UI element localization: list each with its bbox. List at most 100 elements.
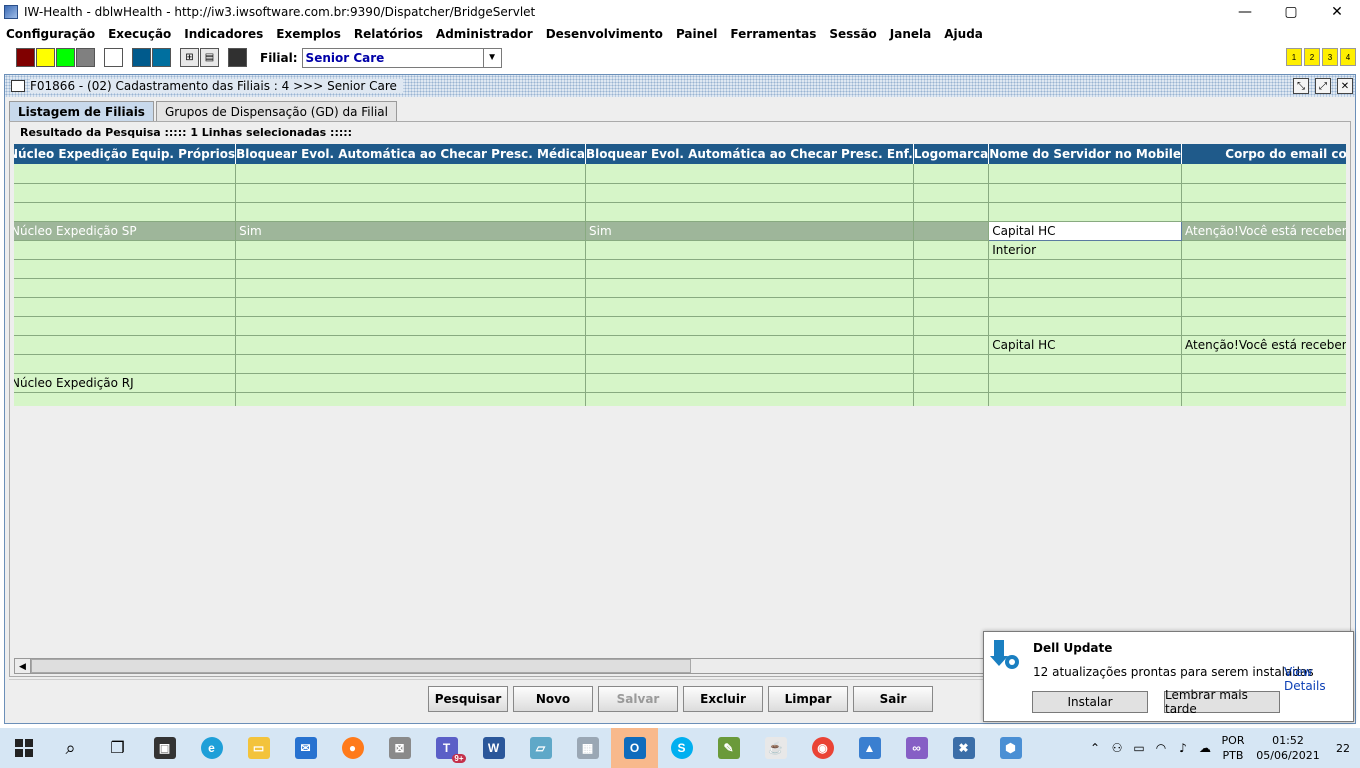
color-swatch-green[interactable]	[56, 48, 75, 67]
color-swatch-blue[interactable]	[132, 48, 151, 67]
table-cell[interactable]	[14, 164, 237, 184]
chevron-down-icon[interactable]: ▼	[482, 48, 501, 67]
table-cell[interactable]	[988, 183, 1183, 203]
taskbar-monitor[interactable]: ▦	[564, 728, 611, 768]
search-button[interactable]: ⌕	[47, 728, 94, 768]
table-cell[interactable]	[988, 164, 1183, 184]
close-button[interactable]: ✕	[1314, 0, 1360, 24]
table-cell[interactable]	[235, 202, 586, 222]
table-cell[interactable]	[235, 392, 586, 406]
shortcut-button-1[interactable]: 1	[1286, 48, 1302, 66]
menu-administrador[interactable]: Administrador	[436, 27, 533, 41]
table-row[interactable]: Capital HCAtenção!Você está recebendo a …	[14, 335, 1346, 355]
pesquisar-button[interactable]: Pesquisar	[428, 686, 508, 712]
table-cell[interactable]	[14, 354, 237, 374]
tab-listagem-filiais[interactable]: Listagem de Filiais	[9, 101, 154, 121]
taskbar-notes[interactable]: ▱	[517, 728, 564, 768]
table-cell[interactable]	[14, 202, 237, 222]
taskbar-skype[interactable]: S	[658, 728, 705, 768]
table-cell[interactable]	[913, 183, 990, 203]
table-cell[interactable]	[1181, 297, 1346, 317]
table-cell[interactable]	[1181, 183, 1346, 203]
table-cell[interactable]	[988, 297, 1183, 317]
column-header[interactable]: Bloquear Evol. Automática ao Checar Pres…	[235, 144, 586, 164]
column-header[interactable]: Corpo do email contendo a chave servidor…	[1181, 144, 1346, 164]
install-button[interactable]: Instalar	[1032, 691, 1148, 713]
menu-exemplos[interactable]: Exemplos	[276, 27, 341, 41]
table-cell[interactable]	[988, 373, 1183, 393]
taskbar-tools[interactable]: ✖	[940, 728, 987, 768]
table-cell[interactable]: Capital HC	[988, 335, 1183, 355]
table-cell[interactable]	[913, 335, 990, 355]
print-icon[interactable]: ▤	[200, 48, 219, 67]
table-cell[interactable]	[913, 297, 990, 317]
menu-configuracao[interactable]: Configuração	[6, 27, 95, 41]
table-cell[interactable]	[1181, 259, 1346, 279]
filial-select[interactable]: Senior Care ▼	[301, 47, 502, 68]
shortcut-button-3[interactable]: 3	[1322, 48, 1338, 66]
action-center-button[interactable]: 22	[1326, 742, 1360, 755]
table-row[interactable]: Interior	[14, 240, 1346, 260]
table-cell[interactable]	[235, 164, 586, 184]
volume-icon[interactable]: ♪	[1172, 741, 1194, 755]
taskbar-edge[interactable]: e	[188, 728, 235, 768]
table-cell[interactable]	[235, 373, 586, 393]
table-cell[interactable]	[235, 354, 586, 374]
column-header[interactable]: Nome do Servidor no Mobile	[988, 144, 1183, 164]
table-cell[interactable]: Atenção!Você está recebendo a chave de a…	[1181, 335, 1346, 355]
color-swatch-yellow[interactable]	[36, 48, 55, 67]
table-row[interactable]	[14, 354, 1346, 374]
color-swatch-dark-red[interactable]	[16, 48, 35, 67]
table-cell[interactable]	[235, 240, 586, 260]
table-cell[interactable]	[585, 183, 914, 203]
taskbar-java[interactable]: ☕	[752, 728, 799, 768]
scroll-left-icon[interactable]: ◀	[15, 659, 31, 673]
menu-relatorios[interactable]: Relatórios	[354, 27, 423, 41]
table-cell[interactable]	[585, 316, 914, 336]
table-cell[interactable]: Núcleo Expedição SP	[14, 221, 237, 241]
table-cell[interactable]	[14, 183, 237, 203]
table-row[interactable]	[14, 164, 1346, 184]
close-icon[interactable]: ✕	[1337, 78, 1353, 94]
table-cell[interactable]	[1181, 392, 1346, 406]
taskbar-word[interactable]: W	[470, 728, 517, 768]
table-row[interactable]	[14, 278, 1346, 298]
salvar-button[interactable]: Salvar	[598, 686, 678, 712]
color-swatch-teal[interactable]	[152, 48, 171, 67]
chevron-up-icon[interactable]: ⌃	[1084, 741, 1106, 755]
table-cell[interactable]	[14, 240, 237, 260]
table-cell[interactable]	[988, 354, 1183, 374]
table-cell[interactable]	[913, 221, 990, 241]
table-cell[interactable]	[1181, 354, 1346, 374]
menu-desenvolvimento[interactable]: Desenvolvimento	[546, 27, 663, 41]
table-cell[interactable]	[988, 278, 1183, 298]
table-row[interactable]	[14, 202, 1346, 222]
table-cell[interactable]	[913, 259, 990, 279]
table-cell[interactable]	[14, 335, 237, 355]
table-cell[interactable]: Capital HC	[988, 220, 1183, 241]
table-cell[interactable]	[1181, 202, 1346, 222]
table-cell[interactable]	[913, 164, 990, 184]
table-cell[interactable]	[1181, 278, 1346, 298]
menu-janela[interactable]: Janela	[890, 27, 931, 41]
wifi-icon[interactable]: ◠	[1150, 741, 1172, 755]
table-cell[interactable]	[14, 392, 237, 406]
table-cell[interactable]	[585, 297, 914, 317]
table-cell[interactable]	[585, 202, 914, 222]
table-cell[interactable]	[988, 392, 1183, 406]
table-cell[interactable]	[14, 297, 237, 317]
restore-icon[interactable]: ⤡	[1293, 78, 1309, 94]
table-cell[interactable]	[913, 373, 990, 393]
table-cell[interactable]	[585, 164, 914, 184]
people-icon[interactable]: ⚇	[1106, 741, 1128, 755]
table-row[interactable]	[14, 316, 1346, 336]
table-cell[interactable]	[988, 259, 1183, 279]
table-cell[interactable]	[988, 202, 1183, 222]
novo-button[interactable]: Novo	[513, 686, 593, 712]
shortcut-button-4[interactable]: 4	[1340, 48, 1356, 66]
menu-sessao[interactable]: Sessão	[829, 27, 876, 41]
table-row[interactable]	[14, 297, 1346, 317]
clock[interactable]: 01:52 05/06/2021	[1250, 733, 1326, 763]
table-cell[interactable]	[235, 259, 586, 279]
taskbar-photos[interactable]: ▲	[846, 728, 893, 768]
